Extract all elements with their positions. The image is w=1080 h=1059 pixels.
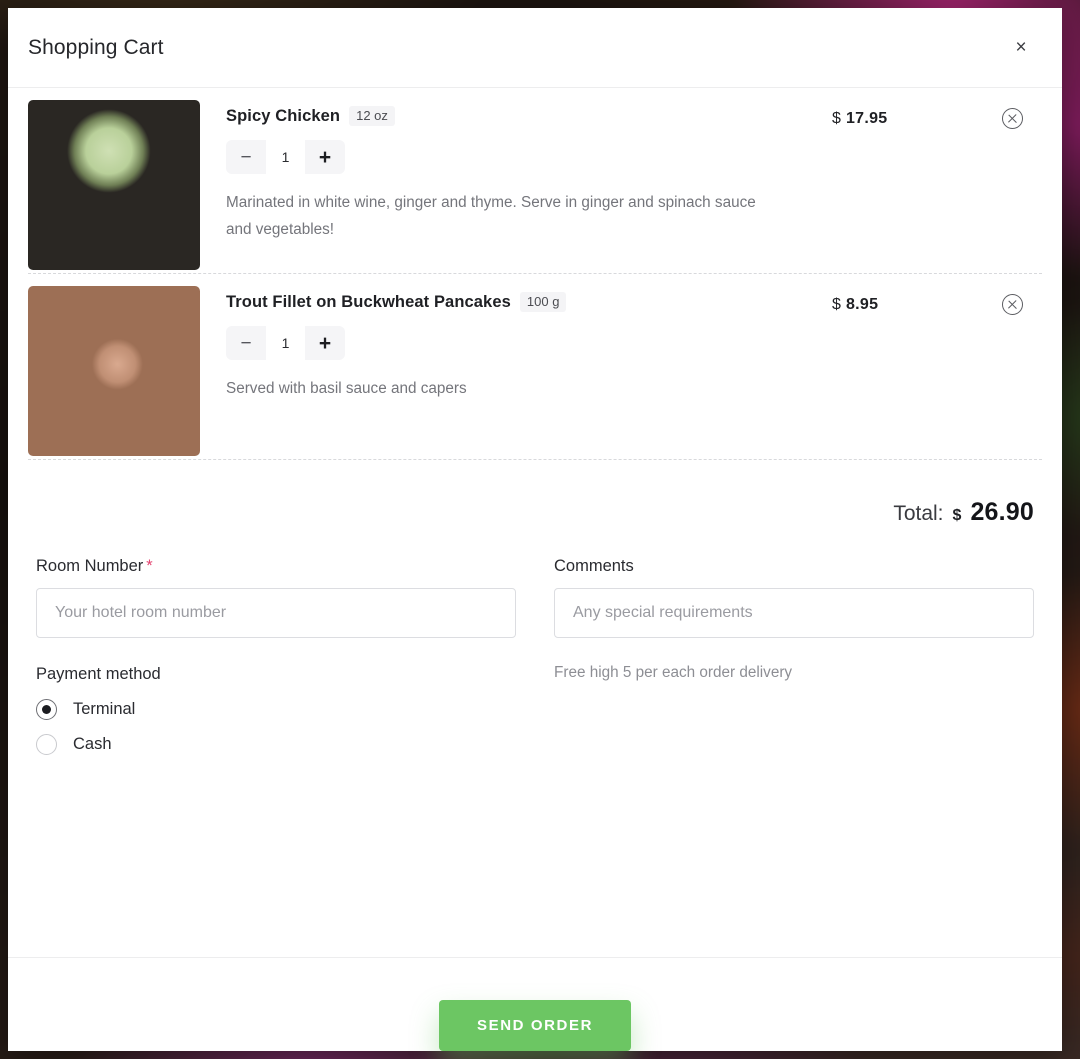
remove-item-button[interactable]: [982, 100, 1042, 129]
decrement-quantity-button[interactable]: −: [226, 326, 266, 360]
total-label: Total:: [893, 502, 944, 525]
circle-x-icon: [1001, 108, 1023, 129]
item-title-row: Spicy Chicken 12 oz: [226, 106, 832, 126]
payment-method-group: Payment method Terminal Cash: [36, 665, 516, 755]
cart-item-row: Trout Fillet on Buckwheat Pancakes 100 g…: [28, 274, 1042, 460]
radio-label-cash: Cash: [73, 735, 112, 753]
item-price: $ 8.95: [832, 286, 982, 314]
item-name: Spicy Chicken: [226, 106, 341, 125]
radio-option-cash[interactable]: Cash: [36, 734, 516, 755]
quantity-value[interactable]: 1: [266, 140, 305, 174]
circle-x-icon: [1001, 294, 1023, 315]
item-weight-badge: 100 g: [519, 292, 567, 312]
decrement-quantity-button[interactable]: −: [226, 140, 266, 174]
send-order-button[interactable]: SEND ORDER: [438, 1000, 631, 1051]
item-price-currency: $: [832, 296, 842, 313]
item-thumbnail-trout-fillet: [28, 286, 200, 456]
modal-footer: SEND ORDER: [8, 957, 1062, 1051]
room-number-field-group: Room Number* Payment method Terminal Cas…: [36, 557, 516, 769]
room-number-input[interactable]: [36, 588, 516, 638]
item-price-currency: $: [832, 110, 842, 127]
comments-label: Comments: [554, 557, 634, 575]
total-currency: $: [952, 507, 962, 524]
total-value: 26.90: [970, 498, 1034, 526]
page-title: Shopping Cart: [28, 35, 164, 59]
room-number-label: Room Number *: [36, 557, 516, 576]
item-description: Served with basil sauce and capers: [226, 380, 467, 397]
item-details: Spicy Chicken 12 oz − 1 + Marinated in w…: [200, 100, 832, 243]
order-form: Room Number* Payment method Terminal Cas…: [28, 557, 1042, 769]
comments-field-group: Comments Free high 5 per each order deli…: [554, 557, 1034, 769]
remove-item-button[interactable]: [982, 286, 1042, 315]
increment-quantity-button[interactable]: +: [305, 326, 345, 360]
item-price-value: 8.95: [845, 296, 879, 313]
item-thumbnail-spicy-chicken: [28, 100, 200, 270]
item-price-value: 17.95: [845, 110, 888, 127]
item-price: $ 17.95: [832, 100, 982, 128]
increment-quantity-button[interactable]: +: [305, 140, 345, 174]
cart-total: Total: $ 26.90: [28, 460, 1042, 557]
item-title-row: Trout Fillet on Buckwheat Pancakes 100 g: [226, 292, 832, 312]
item-details: Trout Fillet on Buckwheat Pancakes 100 g…: [200, 286, 832, 402]
quantity-value[interactable]: 1: [266, 326, 305, 360]
required-asterisk: *: [146, 557, 153, 575]
delivery-help-text: Free high 5 per each order delivery: [554, 664, 793, 681]
item-description: Marinated in white wine, ginger and thym…: [226, 194, 756, 239]
radio-icon-selected: [36, 699, 57, 720]
modal-body: Spicy Chicken 12 oz − 1 + Marinated in w…: [8, 88, 1062, 957]
quantity-stepper: − 1 +: [226, 140, 345, 174]
item-weight-badge: 12 oz: [349, 106, 395, 126]
modal-header: Shopping Cart ×: [8, 8, 1062, 88]
radio-label-terminal: Terminal: [73, 700, 136, 718]
payment-method-label: Payment method: [36, 665, 161, 683]
close-icon[interactable]: ×: [1006, 33, 1036, 63]
quantity-stepper: − 1 +: [226, 326, 345, 360]
radio-icon-unselected: [36, 734, 57, 755]
cart-item-row: Spicy Chicken 12 oz − 1 + Marinated in w…: [28, 88, 1042, 274]
comments-input[interactable]: [554, 588, 1034, 638]
item-name: Trout Fillet on Buckwheat Pancakes: [226, 292, 511, 311]
shopping-cart-modal: Shopping Cart × Spicy Chicken 12 oz − 1 …: [8, 8, 1062, 1051]
room-number-label-text: Room Number: [36, 557, 144, 575]
radio-option-terminal[interactable]: Terminal: [36, 699, 516, 720]
